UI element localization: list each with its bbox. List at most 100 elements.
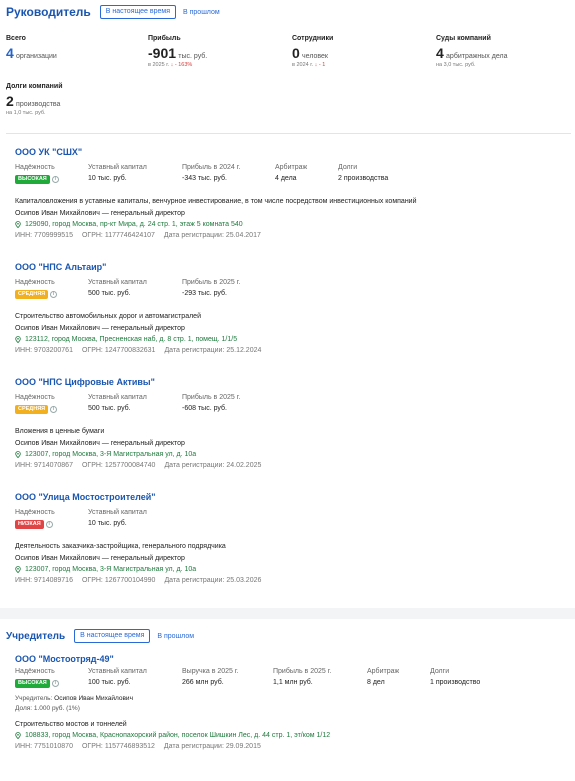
- tab-past[interactable]: В прошлом: [157, 633, 194, 640]
- field-value: 1,1 млн руб.: [273, 679, 313, 686]
- field-value: 10 тыс. руб.: [88, 520, 127, 527]
- stat-delta: - 1: [318, 62, 326, 68]
- stat-value: 4: [436, 45, 444, 61]
- field-value: 100 тыс. руб.: [88, 679, 131, 686]
- field-value[interactable]: 8 дел: [367, 679, 399, 686]
- stat-unit: организации: [16, 53, 57, 60]
- field-value[interactable]: 4 дела: [275, 175, 307, 182]
- arrow-down-icon: ↓: [170, 62, 174, 68]
- stat-unit: человек: [302, 53, 328, 60]
- field-value[interactable]: 1 производство: [430, 679, 480, 686]
- info-icon[interactable]: i: [45, 521, 53, 528]
- field-value[interactable]: 2 производства: [338, 175, 388, 182]
- reliability-badge: НИЗКАЯ: [15, 520, 44, 529]
- reliability-label: Надёжность: [15, 394, 55, 401]
- company-card: ООО "Мостоотряд-49" Надёжность ВЫСОКАЯ i …: [15, 654, 565, 750]
- company-name-link[interactable]: ООО УК "СШХ": [15, 147, 565, 157]
- registration-date: Дата регистрации: 24.02.2025: [164, 462, 262, 469]
- stat-unit: арбитражных дела: [446, 53, 508, 60]
- address-link[interactable]: 123112, город Москва, Пресненская наб, д…: [25, 336, 237, 343]
- address-link[interactable]: 108833, город Москва, Краснопахорский ра…: [25, 732, 330, 739]
- director-panel: Руководитель В настоящее время В прошлом…: [0, 0, 575, 608]
- info-icon[interactable]: i: [51, 680, 59, 687]
- activity-text: Капиталовложения в уставные капиталы, ве…: [15, 198, 417, 205]
- director-header: Руководитель В настоящее время В прошлом: [6, 5, 220, 19]
- reliability-badge: ВЫСОКАЯ: [15, 679, 50, 688]
- stat-value: 0: [292, 45, 300, 61]
- reliability-label: Надёжность: [15, 668, 55, 675]
- company-name-link[interactable]: ООО "НПС Цифровые Активы": [15, 377, 565, 387]
- company-name-link[interactable]: ООО "НПС Альтаир": [15, 262, 565, 272]
- field-label: Прибыль в 2024 г.: [182, 164, 241, 171]
- company-card: ООО УК "СШХ" Надёжность ВЫСОКАЯ i Уставны…: [15, 147, 565, 239]
- field-label: Уставный капитал: [88, 394, 147, 401]
- ogrn: ОГРН: 1177746424107: [81, 232, 155, 239]
- stat-label: Всего: [6, 35, 26, 42]
- info-icon[interactable]: i: [50, 406, 58, 413]
- founder-panel: Учредитель В настоящее время В прошлом О…: [0, 619, 575, 781]
- company-card: ООО "НПС Цифровые Активы" Надёжность СРЕ…: [15, 377, 565, 469]
- field-label: Долги: [338, 164, 358, 171]
- stat-sub: на 3,0 тыс. руб.: [436, 62, 476, 68]
- share-text: Доля: 1.000 руб. (1%): [15, 705, 80, 712]
- stat-courts: Суды компаний 4 арбитражных дела на 3,0 …: [436, 35, 507, 68]
- stat-value: 2: [6, 93, 14, 109]
- inn: ИНН: 7751010870: [15, 743, 73, 750]
- inn: ИНН: 7709999515: [15, 232, 73, 239]
- activity-text: Строительство мостов и тоннелей: [15, 721, 127, 728]
- registration-date: Дата регистрации: 25.03.2026: [164, 577, 262, 584]
- founders-label: Учредитель:: [15, 695, 53, 702]
- reliability-label: Надёжность: [15, 279, 55, 286]
- address-link[interactable]: 129090, город Москва, пр-кт Мира, д. 24 …: [25, 221, 243, 228]
- field-label: Уставный капитал: [88, 164, 147, 171]
- location-pin-icon: [15, 566, 21, 573]
- field-label: Прибыль в 2025 г.: [182, 279, 241, 286]
- stat-label: Сотрудники: [292, 35, 334, 42]
- stat-profit: Прибыль -901 тыс. руб. в 2025 г. ↓ - 163…: [148, 35, 207, 68]
- field-label: Долги: [430, 668, 450, 675]
- field-label: Прибыль в 2025 г.: [182, 394, 241, 401]
- arrow-down-icon: ↓: [314, 62, 318, 68]
- divider: [6, 133, 571, 134]
- info-icon[interactable]: i: [51, 176, 59, 183]
- field-label: Арбитраж: [275, 164, 308, 171]
- section-title: Учредитель: [6, 630, 66, 642]
- field-value: -608 тыс. руб.: [182, 405, 227, 412]
- field-label: Уставный капитал: [88, 279, 147, 286]
- company-name-link[interactable]: ООО "Улица Мостостроителей": [15, 492, 565, 502]
- stat-value[interactable]: 4: [6, 45, 14, 61]
- reliability-badge: СРЕДНЯЯ: [15, 290, 49, 299]
- person-role: Осипов Иван Михайлович — генеральный дир…: [15, 555, 185, 562]
- ogrn: ОГРН: 1257700084740: [81, 462, 156, 469]
- field-value: 10 тыс. руб.: [88, 175, 127, 182]
- reliability-label: Надёжность: [15, 164, 55, 171]
- address-link[interactable]: 123007, город Москва, 3-Я Магистральная …: [25, 566, 196, 573]
- reliability-label: Надёжность: [15, 509, 55, 516]
- field-value: 500 тыс. руб.: [88, 405, 131, 412]
- company-name-link[interactable]: ООО "Мостоотряд-49": [15, 654, 565, 664]
- stat-debts: Долги компаний 2 производства на 1,0 тыс…: [6, 83, 63, 116]
- field-value: 266 млн руб.: [182, 679, 224, 686]
- activity-text: Вложения в ценные бумаги: [15, 428, 105, 435]
- ogrn: ОГРН: 1247700832631: [81, 347, 156, 354]
- ogrn: ОГРН: 1267700104990: [81, 577, 156, 584]
- stat-label: Прибыль: [148, 35, 181, 42]
- stat-sub-prefix: в 2024 г.: [292, 62, 314, 68]
- tab-current[interactable]: В настоящее время: [74, 629, 151, 643]
- field-label: Выручка в 2025 г.: [182, 668, 239, 675]
- stat-unit: производства: [16, 101, 61, 108]
- person-role: Осипов Иван Михайлович — генеральный дир…: [15, 210, 185, 217]
- info-icon[interactable]: i: [50, 291, 58, 298]
- address-link[interactable]: 123007, город Москва, 3-Я Магистральная …: [25, 451, 196, 458]
- stat-label: Долги компаний: [6, 83, 63, 90]
- stat-sub: на 1,0 тыс. руб.: [6, 110, 46, 116]
- stat-label: Суды компаний: [436, 35, 491, 42]
- reliability-badge: ВЫСОКАЯ: [15, 175, 50, 184]
- activity-text: Строительство автомобильных дорог и авто…: [15, 313, 201, 320]
- tab-past[interactable]: В прошлом: [183, 9, 220, 16]
- inn: ИНН: 9714070867: [15, 462, 73, 469]
- reliability-badge: СРЕДНЯЯ: [15, 405, 49, 414]
- location-pin-icon: [15, 732, 21, 739]
- location-pin-icon: [15, 451, 21, 458]
- tab-current[interactable]: В настоящее время: [99, 5, 176, 19]
